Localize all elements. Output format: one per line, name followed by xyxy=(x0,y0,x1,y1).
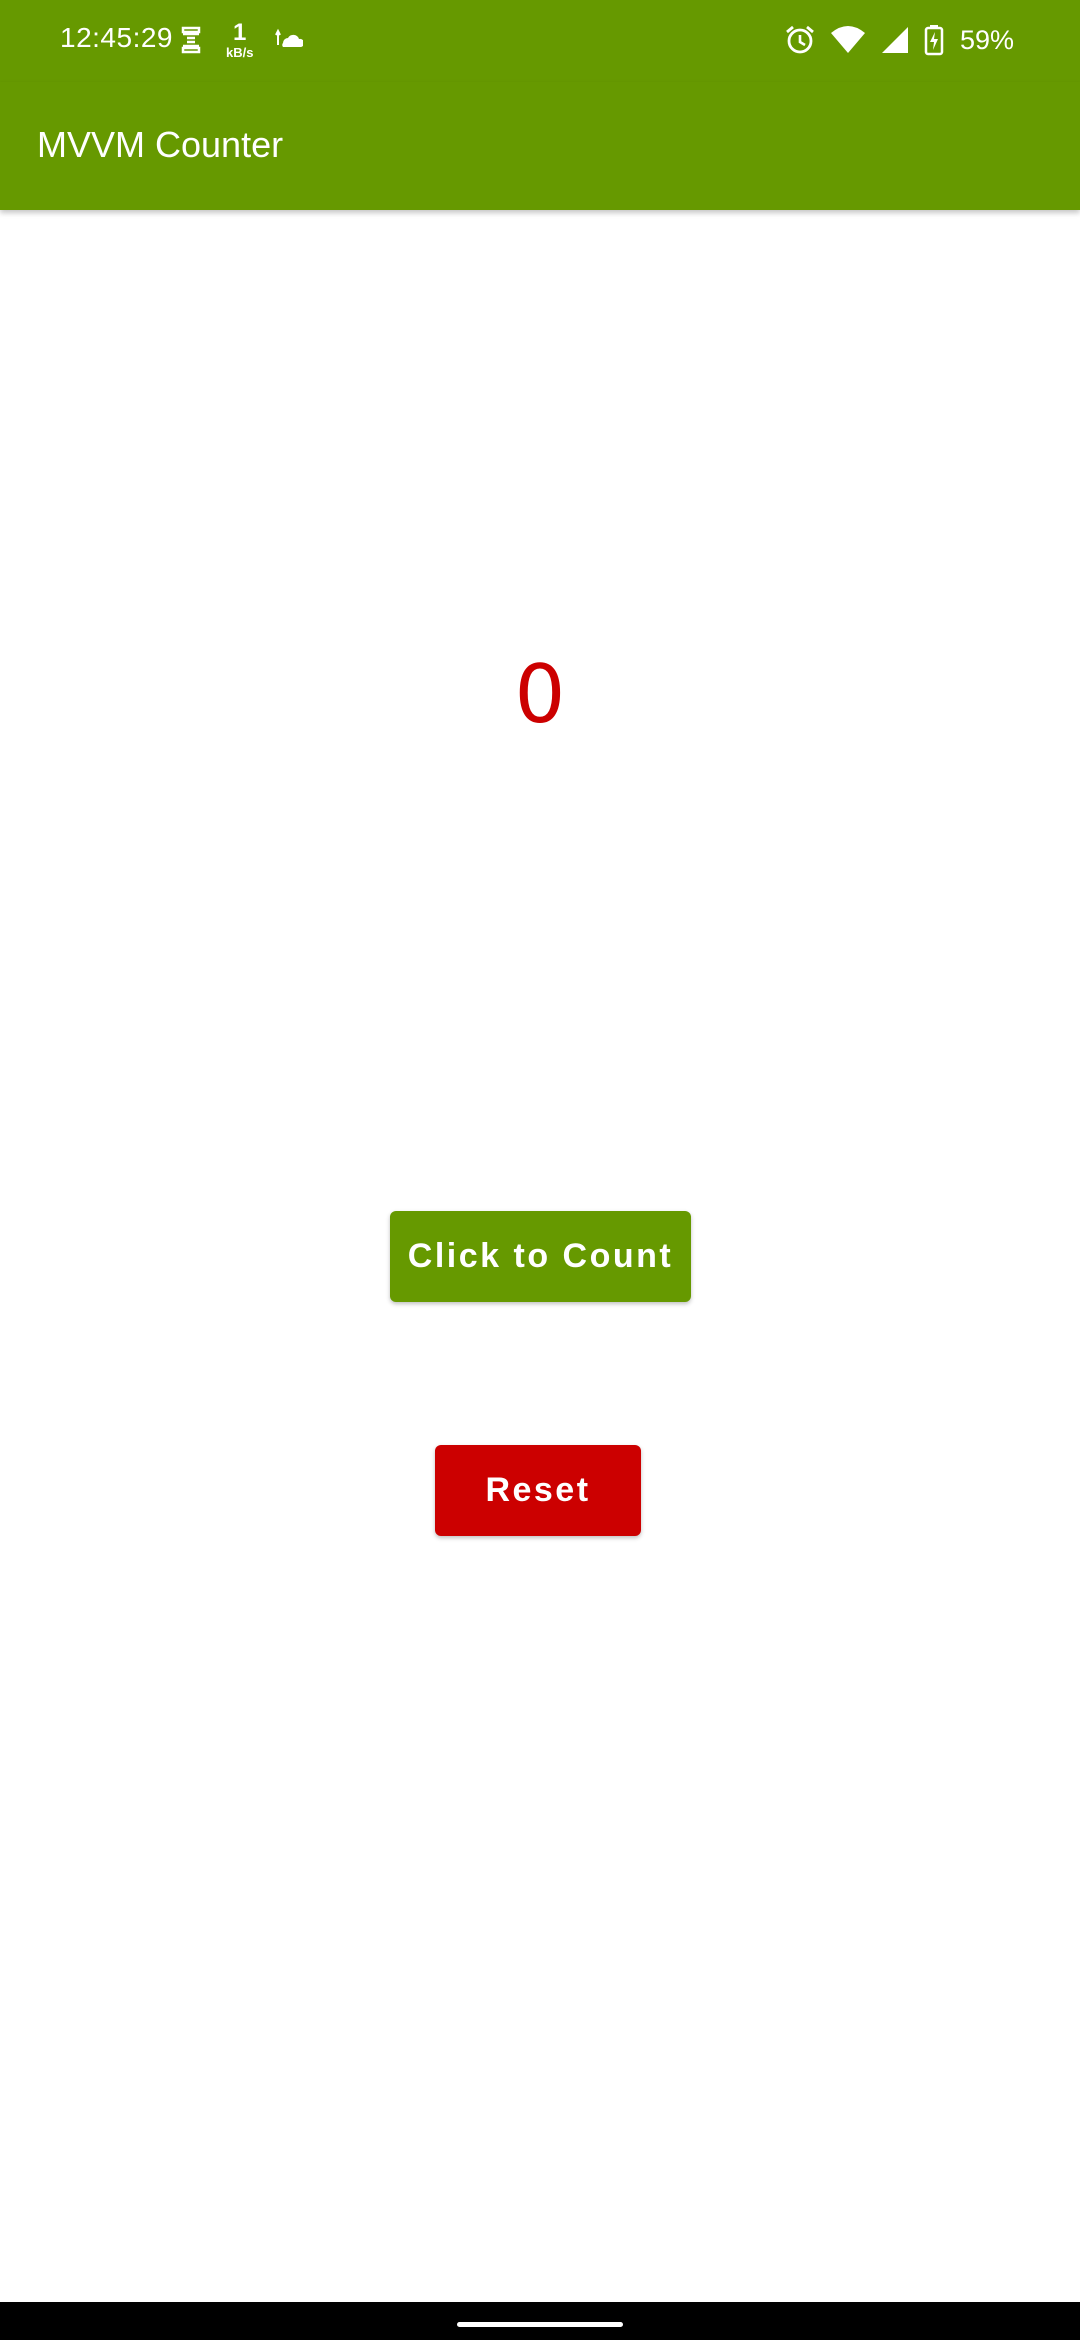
counter-value: 0 xyxy=(514,648,566,741)
home-gesture-handle[interactable] xyxy=(457,2322,623,2327)
app-title: MVVM Counter xyxy=(37,124,284,165)
status-system-icons: 59% xyxy=(784,18,1014,62)
network-speed-indicator: 1 kB/s xyxy=(226,19,254,60)
cell-signal-icon xyxy=(880,25,910,55)
app-bar: MVVM Counter xyxy=(0,82,1080,210)
sim-icon xyxy=(178,25,204,55)
status-time: 12:45:29 xyxy=(60,22,173,53)
status-notification-icons: 1 kB/s xyxy=(178,18,304,62)
battery-percent: 59% xyxy=(959,24,1014,55)
wifi-icon xyxy=(830,25,866,55)
net-speed-value: 1 xyxy=(233,19,247,46)
screen: 12:45:29 1 kB/s 59% MVVM Counter 0 Click… xyxy=(0,0,1080,2340)
cloud-upload-icon xyxy=(275,27,304,53)
battery-charging-icon xyxy=(924,24,944,56)
net-speed-unit: kB/s xyxy=(226,45,254,60)
navigation-bar xyxy=(0,2302,1080,2340)
alarm-icon xyxy=(784,24,816,56)
click-to-count-button[interactable]: Click to Count xyxy=(390,1211,691,1302)
reset-button[interactable]: Reset xyxy=(435,1445,641,1536)
status-bar: 12:45:29 1 kB/s 59% xyxy=(0,0,1080,82)
